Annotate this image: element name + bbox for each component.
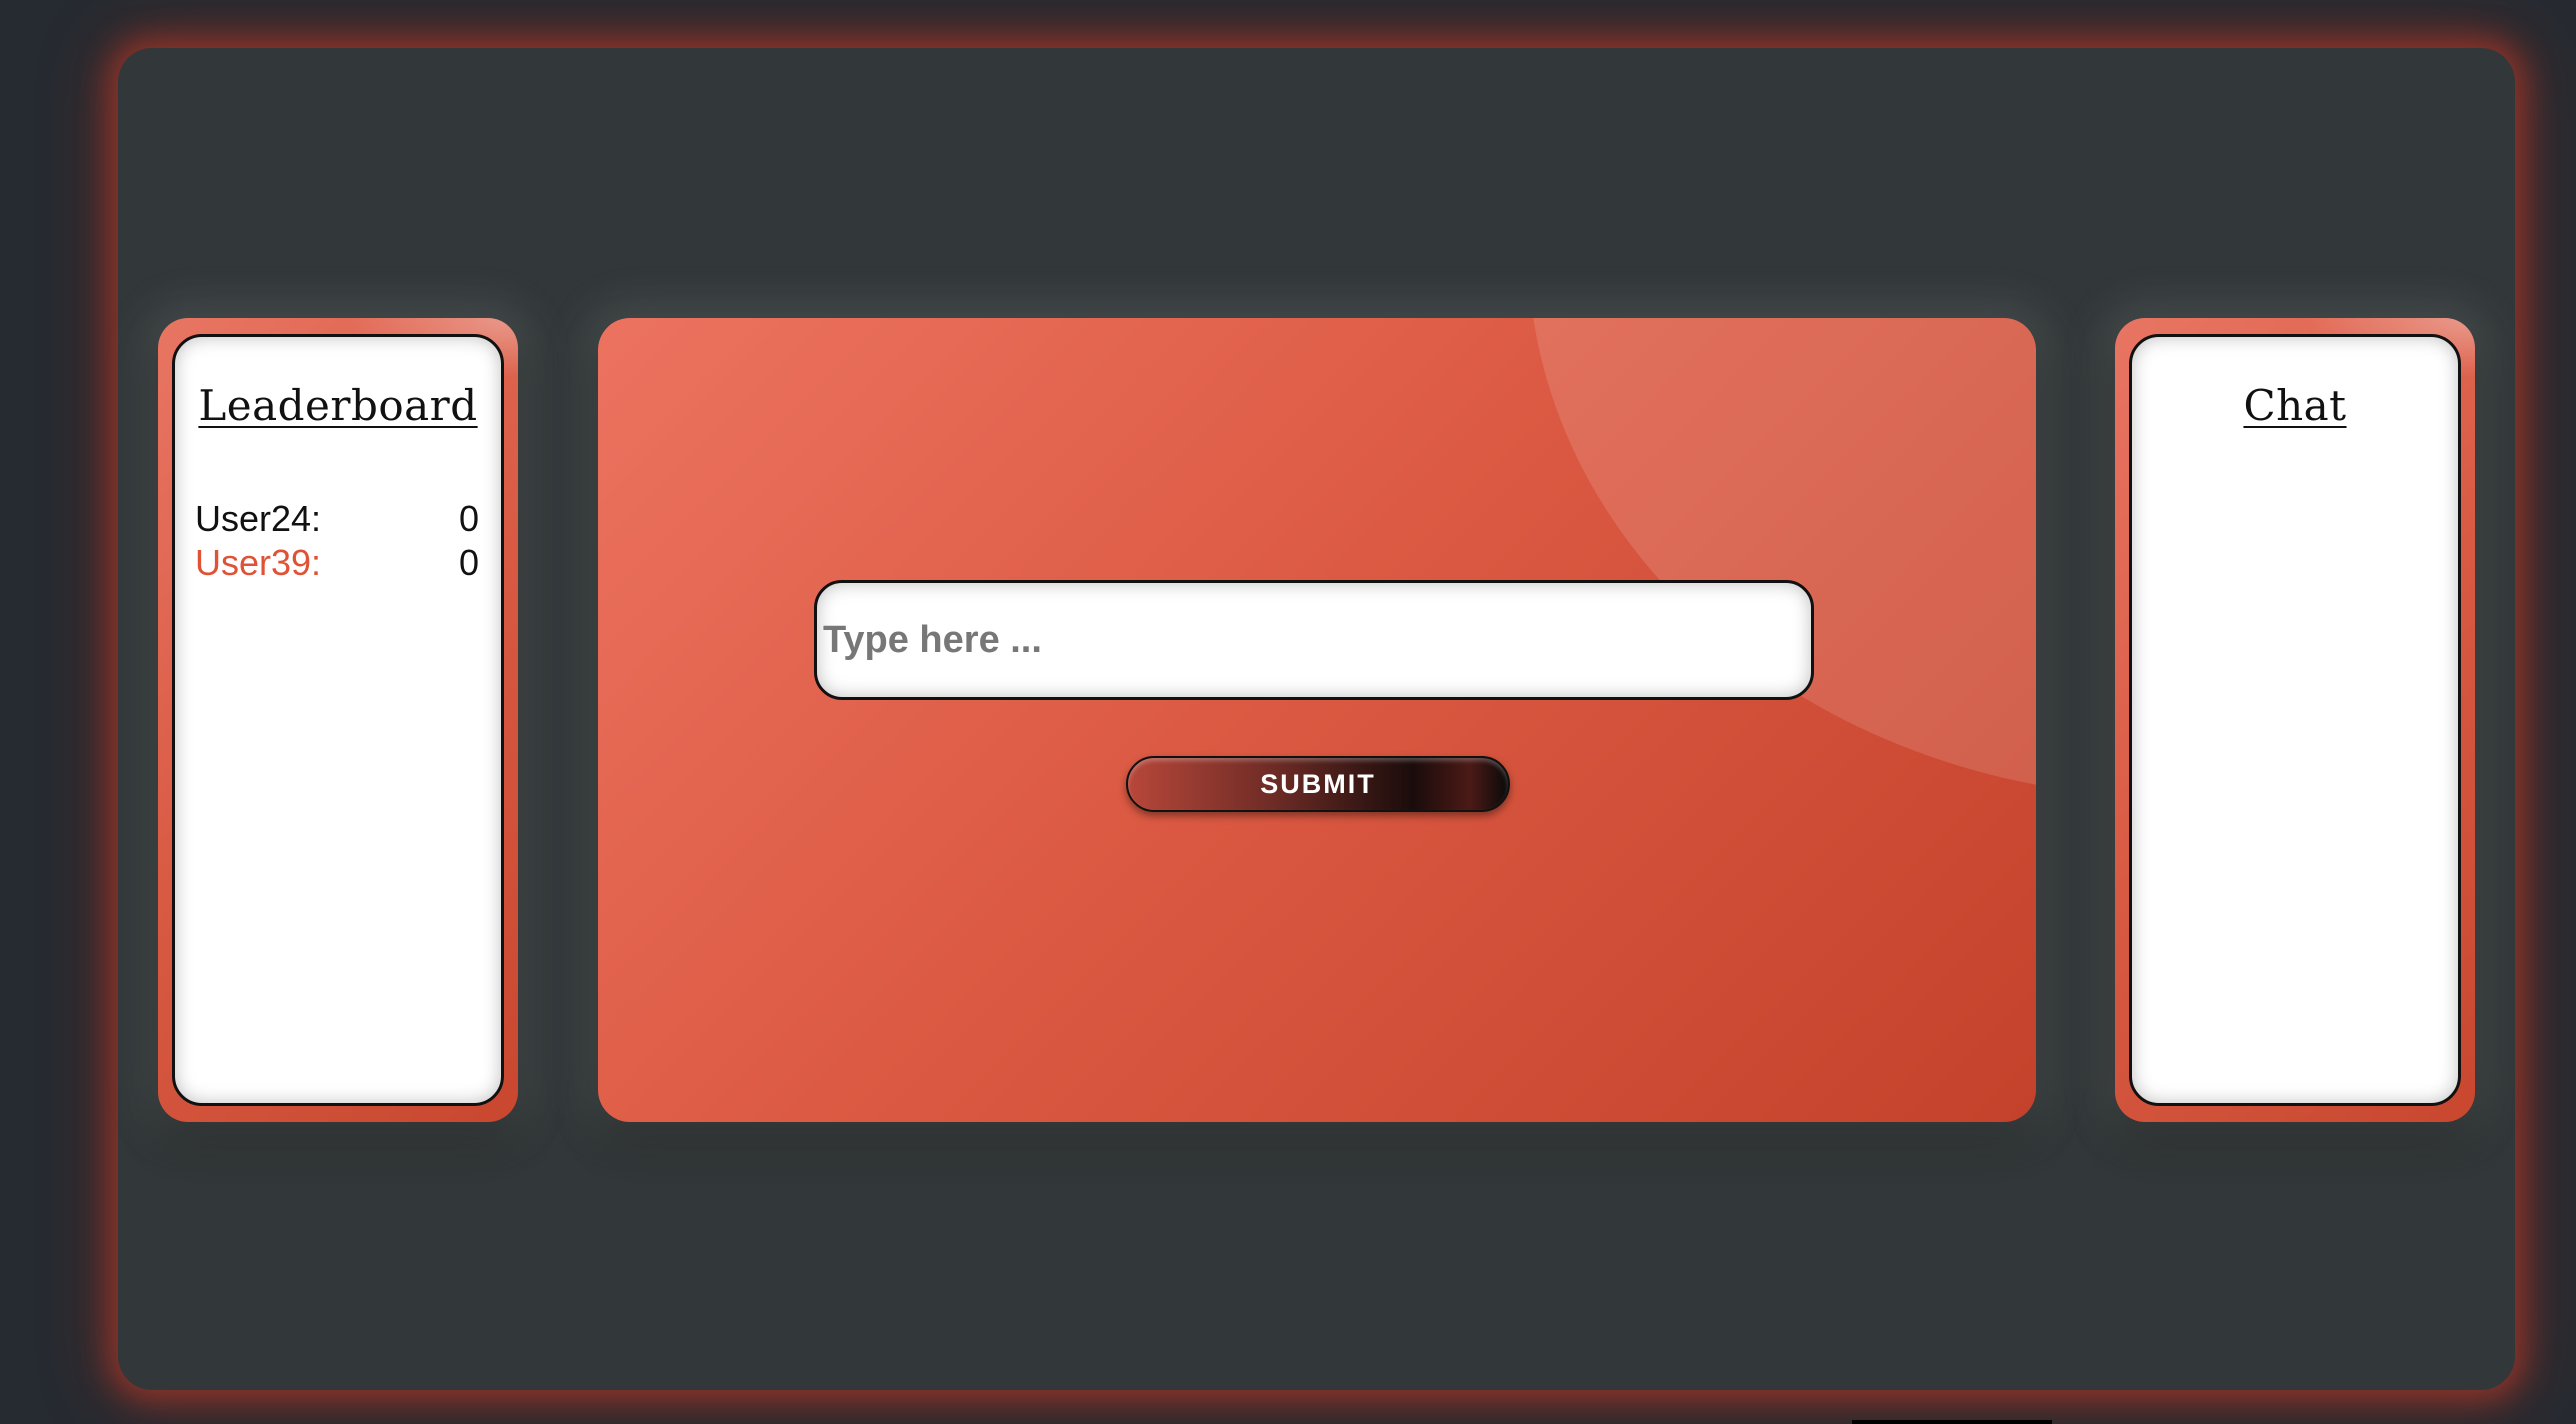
leaderboard-user-score: 0 — [458, 498, 479, 539]
leaderboard-list: User24: 0 User39: 0 — [195, 497, 479, 585]
leaderboard-title: Leaderboard — [198, 381, 478, 430]
chat-panel: Chat — [2115, 318, 2475, 1122]
leaderboard-user-score: 0 — [458, 542, 479, 583]
submit-button[interactable]: SUBMIT — [1126, 756, 1510, 812]
leaderboard-user-name: User24: — [195, 498, 322, 539]
main-panel: SUBMIT — [598, 318, 2036, 1122]
gloss-highlight — [1528, 318, 2036, 798]
leaderboard-panel: Leaderboard User24: 0 User39: 0 — [158, 318, 518, 1122]
answer-input[interactable] — [814, 580, 1814, 700]
leaderboard-row-current-user: User39: 0 — [195, 541, 479, 585]
leaderboard-row: User24: 0 — [195, 497, 479, 541]
leaderboard-user-name: User39: — [195, 542, 322, 583]
chat-card[interactable]: Chat — [2129, 334, 2461, 1106]
leaderboard-card: Leaderboard User24: 0 User39: 0 — [172, 334, 504, 1106]
chat-title: Chat — [2243, 381, 2347, 430]
bottom-edge-tab — [1852, 1420, 2052, 1424]
